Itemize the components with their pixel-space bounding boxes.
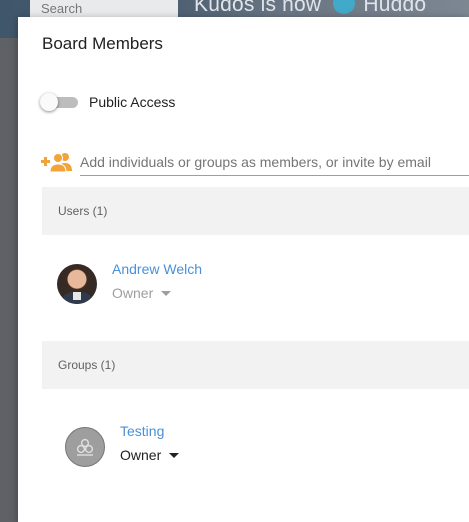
user-avatar xyxy=(57,264,97,304)
group-role-dropdown[interactable]: Owner xyxy=(120,447,180,463)
user-role-dropdown[interactable]: Owner xyxy=(112,285,172,301)
group-icon xyxy=(76,438,94,456)
group-role-value: Owner xyxy=(120,447,162,463)
group-avatar xyxy=(65,427,105,467)
app-sidebar-background xyxy=(0,38,18,522)
chevron-down-icon xyxy=(169,452,180,458)
app-search-input[interactable]: Search xyxy=(30,0,178,18)
group-name-link[interactable]: Testing xyxy=(120,423,164,439)
user-name-link[interactable]: Andrew Welch xyxy=(112,261,202,277)
huddo-logo-icon xyxy=(333,0,356,15)
groups-section-header: Groups (1) xyxy=(42,341,469,389)
add-members-input[interactable] xyxy=(80,148,469,176)
users-section-header: Users (1) xyxy=(42,187,469,235)
toggle-thumb xyxy=(40,93,58,111)
dialog-title: Board Members xyxy=(42,34,163,53)
add-person-icon xyxy=(41,153,72,172)
avatar-collar xyxy=(73,292,81,300)
banner-text: Kudos is now xyxy=(194,0,322,16)
public-access-label: Public Access xyxy=(89,94,176,110)
board-members-dialog: Board Members Public Access Users (1) An… xyxy=(18,17,469,522)
brand-text: Huddo xyxy=(363,0,427,16)
user-role-value: Owner xyxy=(112,285,154,301)
public-access-toggle[interactable] xyxy=(40,93,78,111)
chevron-down-icon xyxy=(161,290,172,296)
app-banner: Kudos is now Huddo xyxy=(194,0,426,17)
